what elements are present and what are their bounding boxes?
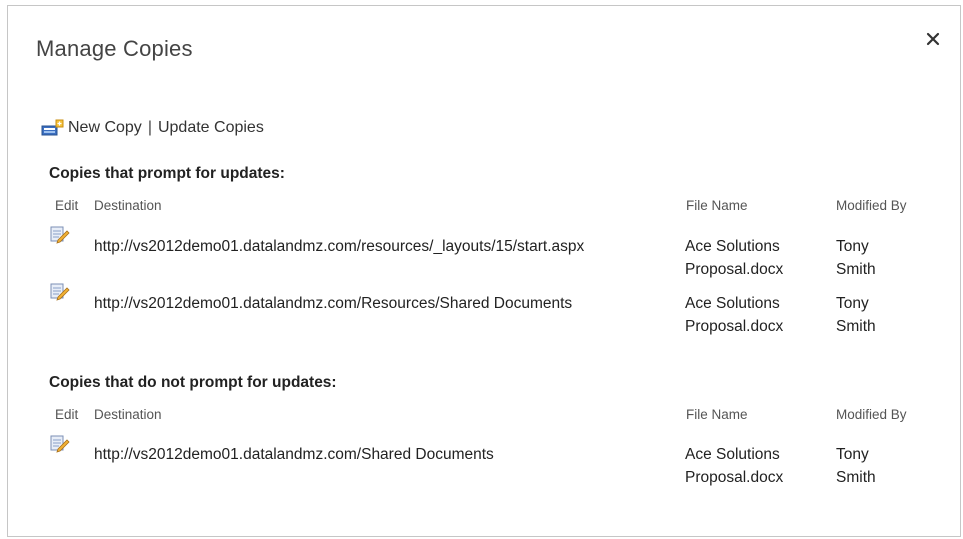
modified-by-cell: Tony Smith <box>836 235 876 281</box>
dialog-title: Manage Copies <box>36 36 193 61</box>
col-header-destination: Destination <box>94 198 162 213</box>
col-header-edit: Edit <box>55 198 79 213</box>
new-copy-link[interactable]: New Copy <box>68 119 142 137</box>
edit-icon[interactable] <box>50 282 70 301</box>
modified-by-line2: Smith <box>836 469 876 486</box>
file-name-line1: Ace Solutions <box>685 446 780 463</box>
modified-by-line2: Smith <box>836 318 876 335</box>
col-header-modified-by: Modified By <box>836 407 907 422</box>
close-button[interactable] <box>922 28 944 50</box>
destination-link[interactable]: http://vs2012demo01.datalandmz.com/resou… <box>94 235 584 258</box>
destination-link[interactable]: http://vs2012demo01.datalandmz.com/Resou… <box>94 292 572 315</box>
modified-by-line1: Tony <box>836 446 869 463</box>
modified-by-line1: Tony <box>836 238 869 255</box>
col-header-edit: Edit <box>55 407 79 422</box>
file-name-line1: Ace Solutions <box>685 238 780 255</box>
close-icon <box>926 32 940 46</box>
col-header-file-name: File Name <box>686 407 748 422</box>
destination-link[interactable]: http://vs2012demo01.datalandmz.com/Share… <box>94 443 494 466</box>
toolbar: New Copy | Update Copies <box>41 118 264 138</box>
file-name-cell: Ace Solutions Proposal.docx <box>685 292 783 338</box>
edit-icon[interactable] <box>50 434 70 453</box>
new-copy-icon <box>41 119 64 136</box>
col-header-modified-by: Modified By <box>836 198 907 213</box>
modified-by-cell: Tony Smith <box>836 292 876 338</box>
file-name-cell: Ace Solutions Proposal.docx <box>685 235 783 281</box>
modified-by-line2: Smith <box>836 261 876 278</box>
toolbar-separator: | <box>147 119 152 136</box>
col-header-destination: Destination <box>94 407 162 422</box>
no-prompt-section-heading: Copies that do not prompt for updates: <box>49 374 337 391</box>
prompt-section-heading: Copies that prompt for updates: <box>49 165 285 182</box>
file-name-line1: Ace Solutions <box>685 295 780 312</box>
file-name-line2: Proposal.docx <box>685 318 784 335</box>
file-name-line2: Proposal.docx <box>685 261 784 278</box>
col-header-file-name: File Name <box>686 198 748 213</box>
file-name-line2: Proposal.docx <box>685 469 784 486</box>
update-copies-link[interactable]: Update Copies <box>158 119 264 137</box>
modified-by-line1: Tony <box>836 295 869 312</box>
modified-by-cell: Tony Smith <box>836 443 876 489</box>
file-name-cell: Ace Solutions Proposal.docx <box>685 443 783 489</box>
manage-copies-dialog: Manage Copies New Copy | Update Copies C… <box>7 5 961 537</box>
edit-icon[interactable] <box>50 225 70 244</box>
